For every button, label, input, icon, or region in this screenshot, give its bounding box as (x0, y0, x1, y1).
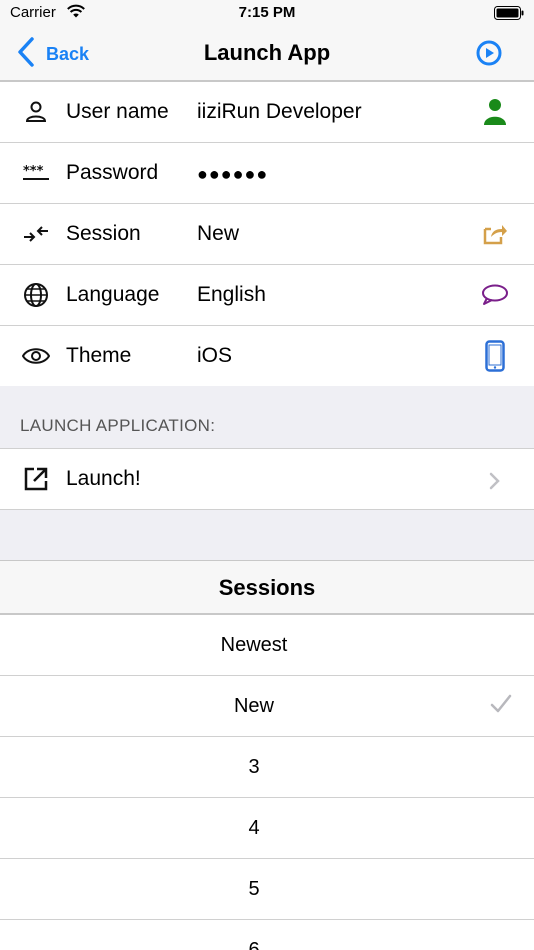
speech-bubble-icon[interactable] (480, 279, 510, 311)
checkmark-icon (490, 694, 512, 719)
session-option-5[interactable]: 5 (0, 859, 534, 920)
navigation-bar: Back Launch App (0, 26, 534, 82)
launch-row[interactable]: Launch! (0, 449, 534, 510)
language-row[interactable]: Language English (0, 265, 534, 326)
status-time: 7:15 PM (238, 4, 296, 21)
session-option-new[interactable]: New (0, 676, 534, 737)
user-name-value[interactable]: iiziRun Developer (197, 100, 362, 124)
session-value[interactable]: New (197, 222, 239, 246)
globe-icon (22, 283, 50, 307)
session-option-label: 6 (248, 939, 260, 950)
session-option-newest[interactable]: Newest (0, 615, 534, 676)
battery-icon (494, 6, 524, 24)
session-option-label: 5 (248, 878, 260, 900)
user-outline-icon (22, 100, 50, 124)
session-arrows-icon (22, 222, 50, 246)
launch-label: Launch! (66, 467, 141, 490)
session-option-4[interactable]: 4 (0, 798, 534, 859)
external-link-icon (22, 467, 50, 491)
status-bar: Carrier 7:15 PM (0, 0, 534, 26)
eye-icon (22, 344, 50, 368)
back-label: Back (46, 43, 90, 64)
phone-icon[interactable] (480, 340, 510, 372)
session-option-6[interactable]: 6 (0, 920, 534, 950)
session-option-label: New (233, 695, 274, 717)
sessions-title: Sessions (218, 575, 316, 600)
chevron-left-icon (18, 36, 34, 72)
theme-label: Theme (66, 344, 132, 367)
language-label: Language (66, 283, 160, 306)
section-header-label: LAUNCH APPLICATION: (20, 416, 216, 435)
user-name-row[interactable]: User name iiziRun Developer (0, 82, 534, 143)
session-row[interactable]: Session New (0, 204, 534, 265)
theme-row[interactable]: Theme iOS (0, 326, 534, 387)
session-option-label: Newest (220, 634, 288, 656)
session-label: Session (66, 222, 141, 245)
share-icon[interactable] (480, 218, 510, 250)
language-value[interactable]: English (197, 283, 266, 307)
svg-text:***: *** (23, 164, 44, 179)
user-green-icon[interactable] (480, 96, 510, 128)
play-circle-icon (476, 40, 502, 70)
password-label: Password (66, 161, 159, 184)
chevron-right-icon (480, 465, 510, 497)
session-option-label: 3 (248, 756, 260, 778)
launch-section-header: LAUNCH APPLICATION: (0, 386, 534, 449)
back-button[interactable]: Back (18, 36, 90, 72)
play-button[interactable] (476, 40, 502, 71)
password-value[interactable]: ●●●●●● (197, 164, 268, 185)
session-option-label: 4 (248, 817, 260, 839)
password-row[interactable]: *** Password ●●●●●● (0, 143, 534, 204)
user-name-label: User name (66, 100, 169, 123)
session-option-3[interactable]: 3 (0, 737, 534, 798)
section-spacer (0, 510, 534, 561)
sessions-sheet-header: Sessions (0, 561, 534, 615)
password-dots-icon: *** (22, 161, 50, 185)
theme-value[interactable]: iOS (197, 344, 232, 368)
